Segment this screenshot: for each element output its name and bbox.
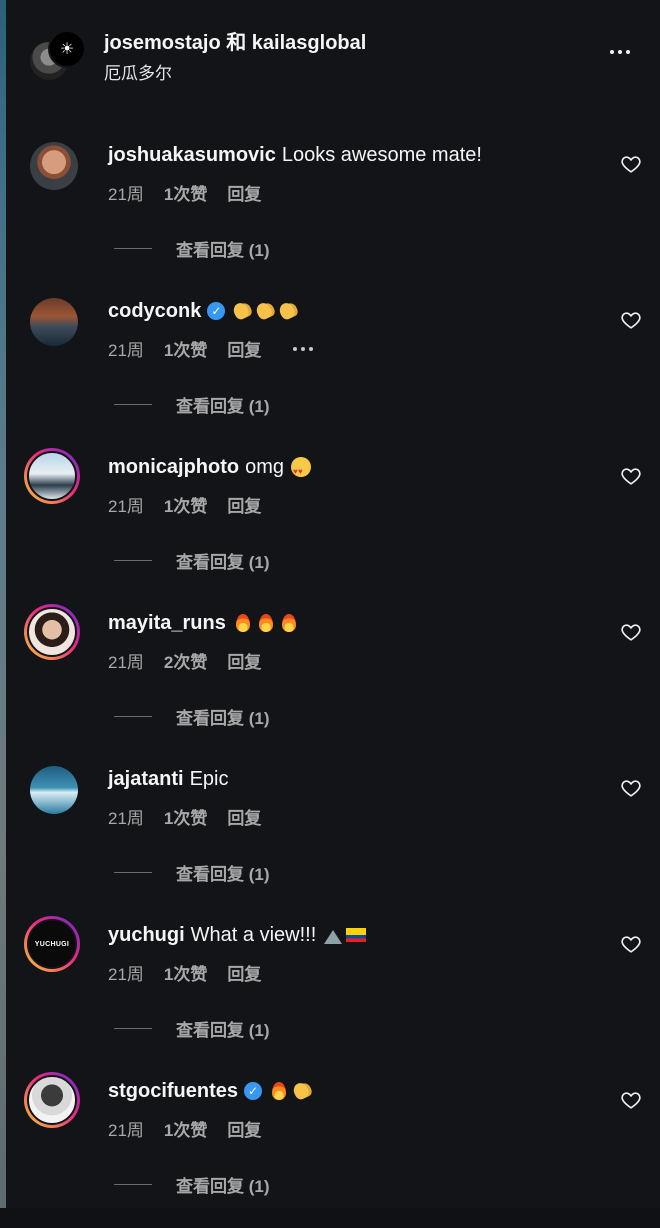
avatar[interactable] [24,604,80,660]
divider [114,248,152,249]
reply-button[interactable]: 回复 [227,336,261,361]
collab-avatars[interactable]: ☀ [28,30,86,82]
comment-text: What a view!!! [190,924,317,946]
divider [114,872,152,873]
comment-username[interactable]: joshuakasumovic [108,142,276,168]
comment-row: YUCHUGI yuchugi What a view!!! 21周 1次赞 回… [6,916,660,1072]
comment-text: omg [245,456,285,478]
reply-button[interactable]: 回复 [227,180,261,205]
comment-row: stgocifuentes ✓ 21周 1次赞 回复 查看回复 (1) [6,1072,660,1228]
reply-button[interactable]: 回复 [227,648,261,673]
reply-button[interactable]: 回复 [227,960,261,985]
comment-time[interactable]: 21周 [108,336,144,361]
view-replies-button[interactable]: 查看回复 (1) [114,1016,270,1041]
comment-row: mayita_runs 21周 2次赞 回复 查看回复 (1) [6,604,660,760]
comment-text: Looks awesome mate! [281,144,482,166]
comment-likes[interactable]: 1次赞 [164,336,207,361]
fire-emoji-icon [278,612,300,634]
comment-likes[interactable]: 2次赞 [164,648,207,673]
clap-emoji-icon [277,300,299,322]
comment-likes[interactable]: 1次赞 [164,804,207,829]
mountain-emoji-icon [322,924,344,946]
comment-more-icon[interactable] [293,346,314,351]
view-replies-button[interactable]: 查看回复 (1) [114,236,270,261]
heart-outline-icon[interactable] [620,465,644,489]
divider [114,560,152,561]
post-authors[interactable]: josemostajo 和 kailasglobal [104,26,366,55]
comment-time[interactable]: 21周 [108,1116,144,1141]
view-replies-button[interactable]: 查看回复 (1) [114,704,270,729]
heart-outline-icon[interactable] [620,777,644,801]
avatar-logo-text: YUCHUGI [34,940,70,948]
reply-button[interactable]: 回复 [227,1116,261,1141]
heart-eyes-emoji-icon [290,456,312,485]
avatar[interactable]: YUCHUGI [24,916,80,972]
comment-likes[interactable]: 1次赞 [164,492,207,517]
comment-time[interactable]: 21周 [108,648,144,673]
avatar[interactable] [24,1072,80,1128]
fire-emoji-icon [268,1080,290,1102]
comment-username[interactable]: jajatanti [108,766,184,792]
clap-emoji-icon [291,1080,313,1102]
view-replies-button[interactable]: 查看回复 (1) [114,1172,270,1197]
comment-username[interactable]: mayita_runs [108,610,226,636]
view-replies-label: 查看回复 (1) [176,241,270,260]
divider [114,1028,152,1029]
post-header: ☀ josemostajo 和 kailasglobal 厄瓜多尔 [6,0,660,100]
view-replies-label: 查看回复 (1) [176,553,270,572]
ecuador-flag-emoji-icon [345,924,367,946]
comment-time[interactable]: 21周 [108,492,144,517]
clap-emoji-icon [231,300,253,322]
post-location[interactable]: 厄瓜多尔 [104,59,172,84]
comment-time[interactable]: 21周 [108,960,144,985]
reply-button[interactable]: 回复 [227,804,261,829]
divider [114,716,152,717]
comment-row: joshuakasumovic Looks awesome mate! 21周 … [6,142,660,292]
divider [114,1184,152,1185]
heart-outline-icon[interactable] [620,933,644,957]
comment-username[interactable]: stgocifuentes [108,1078,238,1104]
comment-username[interactable]: monicajphoto [108,454,239,480]
fire-emoji-icon [255,612,277,634]
view-replies-label: 查看回复 (1) [176,397,270,416]
view-replies-button[interactable]: 查看回复 (1) [114,860,270,885]
comments-panel: ☀ josemostajo 和 kailasglobal 厄瓜多尔 joshua… [6,0,660,1208]
verified-badge-icon: ✓ [207,302,226,320]
view-replies-label: 查看回复 (1) [176,865,270,884]
comment-row: codyconk ✓ 21周 1次赞 回复 查看回复 (1) [6,298,660,448]
heart-outline-icon[interactable] [620,621,644,645]
sun-logo-icon: ☀ [48,30,86,68]
comment-username[interactable]: yuchugi [108,922,185,948]
avatar[interactable] [24,448,80,504]
more-horizontal-icon [610,50,614,54]
comment-text: Epic [189,768,229,790]
divider [114,404,152,405]
avatar[interactable] [30,142,78,190]
view-replies-label: 查看回复 (1) [176,709,270,728]
comment-row: monicajphoto omg 21周 1次赞 回复 查看回复 (1) [6,448,660,604]
comment-username[interactable]: codyconk [108,298,201,324]
comment-time[interactable]: 21周 [108,804,144,829]
avatar[interactable] [30,766,78,814]
fire-emoji-icon [232,612,254,634]
verified-badge-icon: ✓ [244,1082,263,1100]
view-replies-label: 查看回复 (1) [176,1177,270,1196]
comment-likes[interactable]: 1次赞 [164,960,207,985]
view-replies-button[interactable]: 查看回复 (1) [114,548,270,573]
comment-time[interactable]: 21周 [108,180,144,205]
avatar[interactable] [30,298,78,346]
reply-button[interactable]: 回复 [227,492,261,517]
view-replies-button[interactable]: 查看回复 (1) [114,392,270,417]
heart-outline-icon[interactable] [620,153,644,177]
comment-likes[interactable]: 1次赞 [164,180,207,205]
more-options-button[interactable] [604,38,636,66]
heart-outline-icon[interactable] [620,309,644,333]
comment-likes[interactable]: 1次赞 [164,1116,207,1141]
heart-outline-icon[interactable] [620,1089,644,1113]
clap-emoji-icon [254,300,276,322]
comment-row: jajatanti Epic 21周 1次赞 回复 查看回复 (1) [6,766,660,916]
view-replies-label: 查看回复 (1) [176,1021,270,1040]
